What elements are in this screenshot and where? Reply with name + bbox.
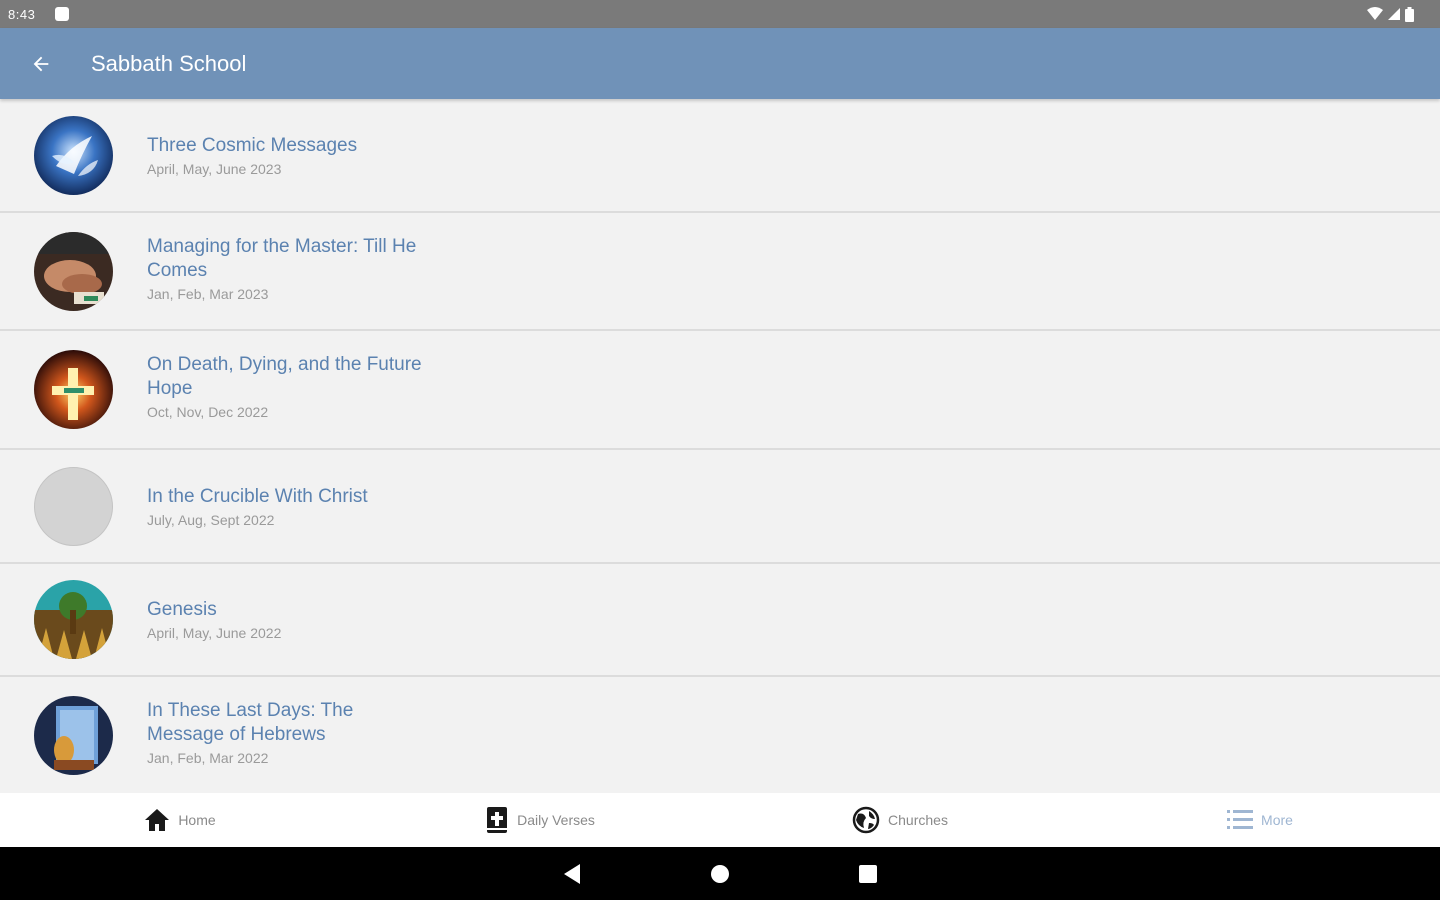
lesson-quarter: Jan, Feb, Mar 2023: [147, 286, 269, 302]
home-circle-icon: [711, 864, 729, 883]
system-navigation-bar: [0, 847, 1440, 900]
lesson-text: Genesis April, May, June 2022: [147, 598, 427, 642]
nav-label: More: [1261, 812, 1293, 828]
lesson-title: On Death, Dying, and the Future Hope: [147, 354, 422, 399]
system-back-button[interactable]: [557, 859, 587, 889]
status-time: 8:43: [8, 6, 36, 22]
lesson-cover-image: [34, 350, 113, 429]
menu-list-icon: [1227, 810, 1254, 829]
back-button[interactable]: [1, 28, 81, 99]
globe-icon: [852, 806, 880, 834]
arrow-left-icon: [33, 56, 49, 71]
nav-label: Home: [178, 812, 216, 828]
lesson-quarter: Jan, Feb, Mar 2022: [147, 750, 269, 766]
bottom-navigation: Home Daily Verses Churches More: [0, 793, 1440, 847]
lesson-cover-placeholder: [34, 467, 113, 546]
lesson-text: In the Crucible With Christ July, Aug, S…: [147, 485, 427, 529]
app-bar: Sabbath School: [0, 28, 1440, 99]
lesson-text: In These Last Days: The Message of Hebre…: [147, 699, 427, 767]
back-triangle-icon: [564, 863, 580, 884]
lesson-title: Genesis: [147, 599, 217, 620]
nav-churches[interactable]: Churches: [720, 793, 1080, 847]
lesson-title: Three Cosmic Messages: [147, 135, 358, 156]
list-item[interactable]: In These Last Days: The Message of Hebre…: [0, 677, 1440, 793]
lesson-text: On Death, Dying, and the Future Hope Oct…: [147, 353, 427, 421]
nav-home[interactable]: Home: [0, 793, 360, 847]
lesson-quarter: July, Aug, Sept 2022: [147, 512, 275, 528]
nav-label: Daily Verses: [517, 812, 595, 828]
lesson-title: In These Last Days: The Message of Hebre…: [147, 700, 354, 745]
recents-square-icon: [859, 864, 877, 883]
list-item[interactable]: Three Cosmic Messages April, May, June 2…: [0, 99, 1440, 213]
nav-more[interactable]: More: [1080, 793, 1440, 847]
lesson-cover-image: [34, 580, 113, 659]
status-bar: 8:43: [0, 0, 1440, 28]
lesson-text: Three Cosmic Messages April, May, June 2…: [147, 134, 427, 178]
list-item[interactable]: Managing for the Master: Till He Comes J…: [0, 213, 1440, 331]
lesson-list: Three Cosmic Messages April, May, June 2…: [0, 99, 1440, 793]
lesson-cover-image: [34, 696, 113, 775]
page-title: Sabbath School: [91, 50, 247, 76]
list-item[interactable]: On Death, Dying, and the Future Hope Oct…: [0, 331, 1440, 450]
lesson-cover-image: [34, 232, 113, 311]
lesson-quarter: April, May, June 2022: [147, 625, 282, 641]
system-recents-button[interactable]: [853, 859, 883, 889]
lesson-title: Managing for the Master: Till He Comes: [147, 236, 417, 281]
nav-daily-verses[interactable]: Daily Verses: [360, 793, 720, 847]
lesson-text: Managing for the Master: Till He Comes J…: [147, 235, 427, 303]
list-item[interactable]: In the Crucible With Christ July, Aug, S…: [0, 450, 1440, 564]
lesson-quarter: April, May, June 2023: [147, 161, 282, 177]
wifi-icon: [1367, 7, 1383, 20]
lesson-cover-image: [34, 116, 113, 195]
list-item[interactable]: Genesis April, May, June 2022: [0, 564, 1440, 677]
bible-icon: [487, 807, 508, 833]
notification-dot-icon: [55, 7, 70, 21]
nav-label: Churches: [888, 812, 948, 828]
home-icon: [145, 809, 170, 831]
lesson-quarter: Oct, Nov, Dec 2022: [147, 404, 269, 420]
battery-icon: [1405, 6, 1414, 22]
signal-icon: [1388, 8, 1400, 20]
lesson-title: In the Crucible With Christ: [147, 486, 368, 507]
system-home-button[interactable]: [705, 859, 735, 889]
